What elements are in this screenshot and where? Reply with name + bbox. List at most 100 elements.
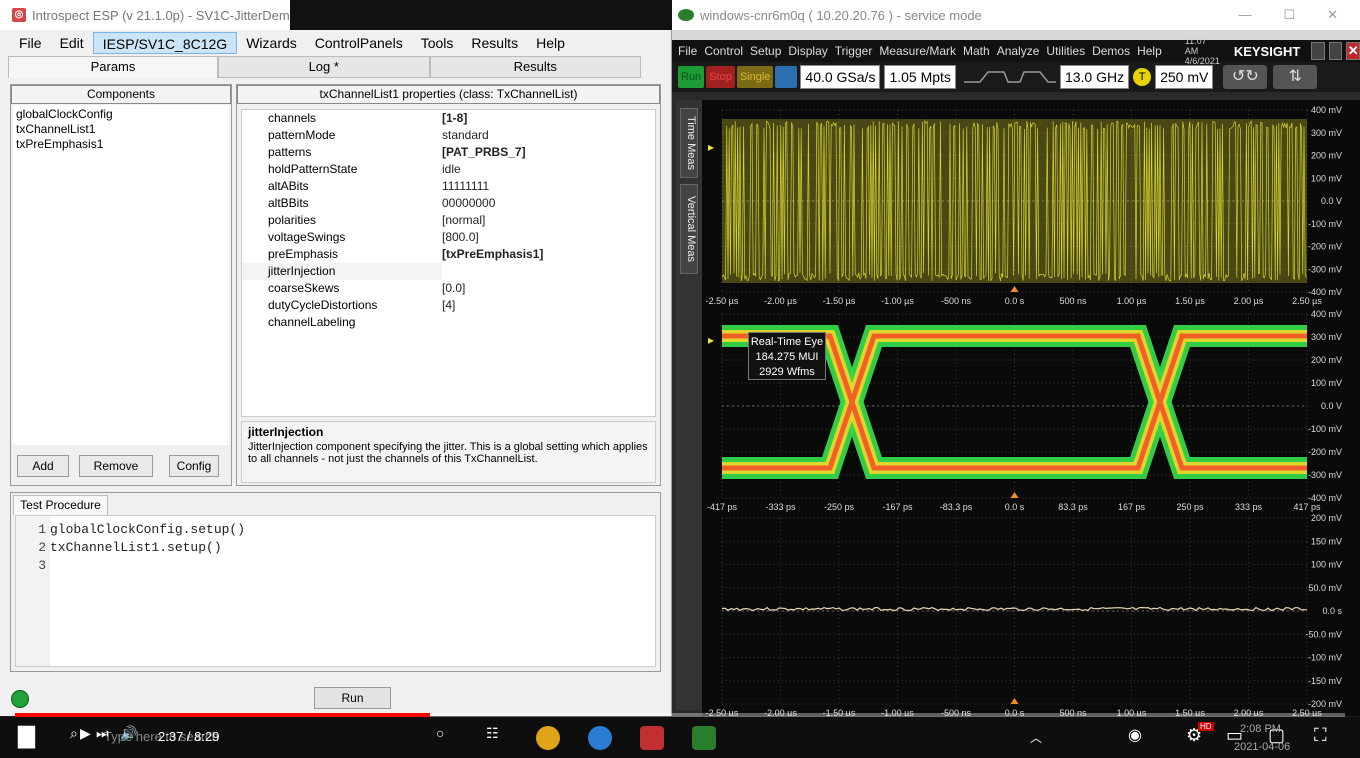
tab-results[interactable]: Results: [429, 56, 641, 78]
property-row[interactable]: holdPatternState idle: [242, 161, 655, 178]
code-text: globalClockConfig.setup(): [50, 522, 246, 537]
property-row[interactable]: channelLabeling: [242, 314, 655, 331]
close-icon[interactable]: ✕: [1327, 7, 1338, 23]
scope-menu-setup[interactable]: Setup: [750, 44, 781, 58]
property-value: [0.0]: [442, 281, 466, 295]
menu-wizards[interactable]: Wizards: [237, 32, 306, 54]
scope-menu-help[interactable]: Help: [1137, 44, 1162, 58]
pointer-tool-icon[interactable]: ⇅: [1273, 65, 1318, 89]
scope-menu-math[interactable]: Math: [963, 44, 990, 58]
scope-clock: 11:07 AM 4/6/2021: [1185, 36, 1220, 66]
property-row-selected[interactable]: jitterInjection: [242, 263, 655, 280]
line-number: 2: [38, 540, 46, 555]
property-row[interactable]: dutyCycleDistortions [4]: [242, 297, 655, 314]
esp-app-icon: ◎: [12, 8, 26, 22]
run-control-button[interactable]: Run: [678, 66, 705, 88]
maximize-icon[interactable]: ☐: [1283, 7, 1295, 23]
autoplay-toggle-icon[interactable]: ◉: [1128, 725, 1142, 745]
property-row[interactable]: patterns [PAT_PRBS_7]: [242, 144, 655, 161]
x-tick-label: 83.3 ps: [1058, 502, 1088, 512]
close-scope-icon[interactable]: ✕: [1346, 42, 1360, 60]
config-button[interactable]: Config: [169, 455, 219, 477]
menu-results[interactable]: Results: [462, 32, 527, 54]
menu-controlpanels[interactable]: ControlPanels: [306, 32, 412, 54]
menu-tools[interactable]: Tools: [412, 32, 463, 54]
clock-time: 11:07 AM: [1184, 36, 1207, 56]
bandwidth-field[interactable]: 13.0 GHz: [1059, 65, 1130, 89]
y-tick-label: -300 mV: [1308, 470, 1342, 480]
property-row[interactable]: polarities [normal]: [242, 212, 655, 229]
property-row[interactable]: voltageSwings [800.0]: [242, 229, 655, 246]
x-tick-label: -83.3 ps: [940, 502, 973, 512]
trigger-level-field[interactable]: 250 mV: [1155, 65, 1214, 89]
scope-menu-file[interactable]: File: [678, 44, 697, 58]
memory-depth-field[interactable]: 1.05 Mpts: [884, 65, 956, 89]
remove-button[interactable]: Remove: [79, 455, 153, 477]
fullscreen-icon[interactable]: ⛶: [1314, 725, 1327, 746]
undo-redo-icon[interactable]: ↺↻: [1223, 65, 1268, 89]
trigger-icon[interactable]: T: [1133, 68, 1152, 86]
tab-time-meas[interactable]: Time Meas: [680, 108, 698, 178]
component-item[interactable]: globalClockConfig: [16, 107, 226, 122]
scope-menu-measure[interactable]: Measure/Mark: [879, 44, 956, 58]
tab-test-procedure[interactable]: Test Procedure: [13, 495, 108, 515]
menu-file[interactable]: File: [10, 32, 51, 54]
scope-menu-analyze[interactable]: Analyze: [997, 44, 1040, 58]
edge-icon[interactable]: [588, 726, 612, 750]
component-item[interactable]: txChannelList1: [16, 122, 226, 137]
single-control-button[interactable]: Single: [736, 66, 774, 88]
x-tick-label: 417 ps: [1293, 502, 1321, 512]
tray-chevron-icon[interactable]: ︿: [1030, 729, 1042, 746]
y-tick-label: -150 mV: [1308, 676, 1342, 686]
chrome-icon[interactable]: [536, 726, 560, 750]
minimize-scope-icon[interactable]: [1311, 42, 1325, 60]
search-icon[interactable]: ⌕: [70, 725, 78, 742]
property-row[interactable]: patternMode standard: [242, 127, 655, 144]
scope-menu-utilities[interactable]: Utilities: [1046, 44, 1085, 58]
esp-tabbar: Params Log * Results: [8, 56, 641, 78]
component-item[interactable]: txPreEmphasis1: [16, 137, 226, 152]
scope-menu-control[interactable]: Control: [704, 44, 743, 58]
play-icon[interactable]: ▶: [80, 725, 91, 742]
property-row[interactable]: coarseSkews [0.0]: [242, 280, 655, 297]
taskbar-app-icon[interactable]: ☷: [486, 725, 499, 742]
taskbar: ▇ ⌕ Type here to search ▶ ⏭ 🔊 2:37 / 8:2…: [0, 717, 1360, 758]
menu-iesp[interactable]: IESP/SV1C_8C12G: [92, 32, 238, 54]
autoscale-icon[interactable]: [775, 66, 798, 88]
minimize-icon[interactable]: —: [1238, 7, 1251, 23]
stop-control-button[interactable]: Stop: [706, 66, 735, 88]
esp-taskbar-icon[interactable]: [640, 726, 664, 750]
tab-params[interactable]: Params: [8, 56, 218, 78]
property-row[interactable]: altABits 11111111: [242, 178, 655, 195]
task-view-icon[interactable]: ○: [436, 725, 444, 741]
restore-scope-icon[interactable]: [1328, 42, 1343, 60]
volume-icon[interactable]: 🔊: [120, 725, 137, 742]
scope-display[interactable]: 400 mV 300 mV 200 mV 100 mV 0.0 V -100 mV -200…: [702, 100, 1360, 716]
scope-menu-display[interactable]: Display: [788, 44, 827, 58]
property-row[interactable]: channels [1-8]: [242, 110, 655, 127]
remote-viewer-taskbar-icon[interactable]: [692, 726, 716, 750]
tab-log[interactable]: Log *: [218, 56, 430, 78]
menu-edit[interactable]: Edit: [51, 32, 93, 54]
x-tick-label: -2.00 µs: [764, 296, 797, 306]
sample-rate-field[interactable]: 40.0 GSa/s: [800, 65, 881, 89]
scope-menu-demos[interactable]: Demos: [1092, 44, 1130, 58]
scope-menu-trigger[interactable]: Trigger: [835, 44, 873, 58]
window-controls: — ☐ ✕: [1238, 7, 1360, 23]
property-row[interactable]: altBBits 00000000: [242, 195, 655, 212]
add-button[interactable]: Add: [17, 455, 69, 477]
menu-help[interactable]: Help: [527, 32, 574, 54]
property-name: jitterInjection: [242, 263, 442, 280]
x-tick-label: 1.50 µs: [1175, 296, 1205, 306]
run-button[interactable]: Run: [314, 687, 391, 709]
property-row[interactable]: preEmphasis [txPreEmphasis1]: [242, 246, 655, 263]
tab-vertical-meas[interactable]: Vertical Meas: [680, 184, 698, 274]
x-tick-label: 500 ns: [1059, 296, 1087, 306]
y-tick-label: 100 mV: [1311, 560, 1342, 570]
code-editor[interactable]: 1 globalClockConfig.setup() 2 txChannelLis…: [15, 515, 656, 667]
start-windows-icon[interactable]: ▇: [18, 723, 35, 749]
property-name: patternMode: [268, 128, 336, 142]
waveform-shape-icon-svg: [963, 71, 1056, 83]
property-value: idle: [442, 162, 461, 176]
next-icon[interactable]: ⏭: [96, 725, 109, 742]
